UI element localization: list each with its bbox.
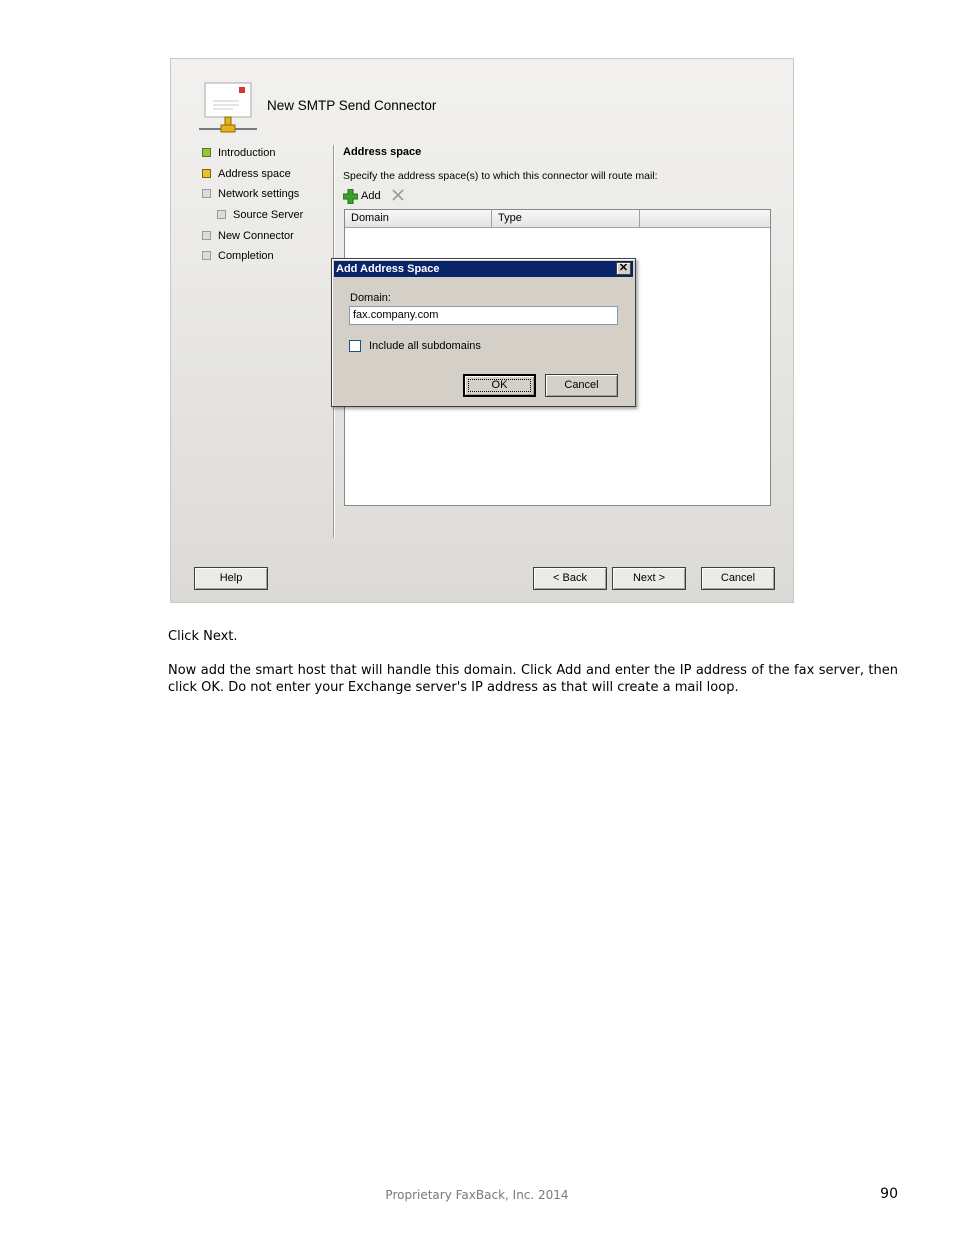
section-title: Address space — [343, 146, 422, 158]
dialog-cancel-button[interactable]: Cancel — [545, 374, 618, 397]
step-pending-icon — [202, 251, 211, 260]
help-button[interactable]: Help — [194, 567, 268, 590]
next-button[interactable]: Next > — [612, 567, 686, 590]
column-header-domain[interactable]: Domain — [345, 210, 492, 227]
paragraph-click-next: Click Next. — [168, 629, 238, 644]
section-description: Specify the address space(s) to which th… — [343, 170, 658, 182]
wizard-screenshot: New SMTP Send Connector Introduction Add… — [170, 58, 794, 603]
domain-label: Domain: — [350, 292, 391, 304]
column-header-empty[interactable] — [640, 210, 770, 227]
step-current-icon — [202, 169, 211, 178]
smtp-connector-icon — [199, 82, 257, 133]
close-button[interactable]: ✕ — [616, 262, 631, 275]
domain-input[interactable]: fax.company.com — [349, 306, 618, 325]
page-footer: Proprietary FaxBack, Inc. 2014 — [385, 1188, 569, 1202]
step-pending-icon — [202, 189, 211, 198]
close-icon: ✕ — [618, 262, 629, 274]
step-pending-icon — [202, 231, 211, 240]
plus-icon — [343, 188, 358, 204]
step-pending-icon — [217, 210, 226, 219]
dialog-title: Add Address Space — [336, 263, 440, 275]
back-button[interactable]: < Back — [533, 567, 607, 590]
include-subdomains-label[interactable]: Include all subdomains — [369, 340, 481, 352]
wizard-title: New SMTP Send Connector — [267, 98, 437, 113]
remove-icon[interactable] — [390, 187, 406, 203]
add-address-space-dialog: Add Address Space ✕ Domain: fax.company.… — [331, 258, 636, 407]
list-header: Domain Type — [345, 210, 770, 228]
page-number: 90 — [880, 1186, 898, 1202]
column-header-type[interactable]: Type — [492, 210, 640, 227]
ok-button[interactable]: OK — [463, 374, 536, 397]
include-subdomains-checkbox[interactable] — [349, 340, 361, 352]
step-complete-icon — [202, 148, 211, 157]
paragraph-smart-host: Now add the smart host that will handle … — [168, 663, 898, 695]
add-button[interactable]: Add — [343, 187, 381, 205]
dialog-title-bar: Add Address Space ✕ — [334, 261, 633, 277]
cancel-button[interactable]: Cancel — [701, 567, 775, 590]
